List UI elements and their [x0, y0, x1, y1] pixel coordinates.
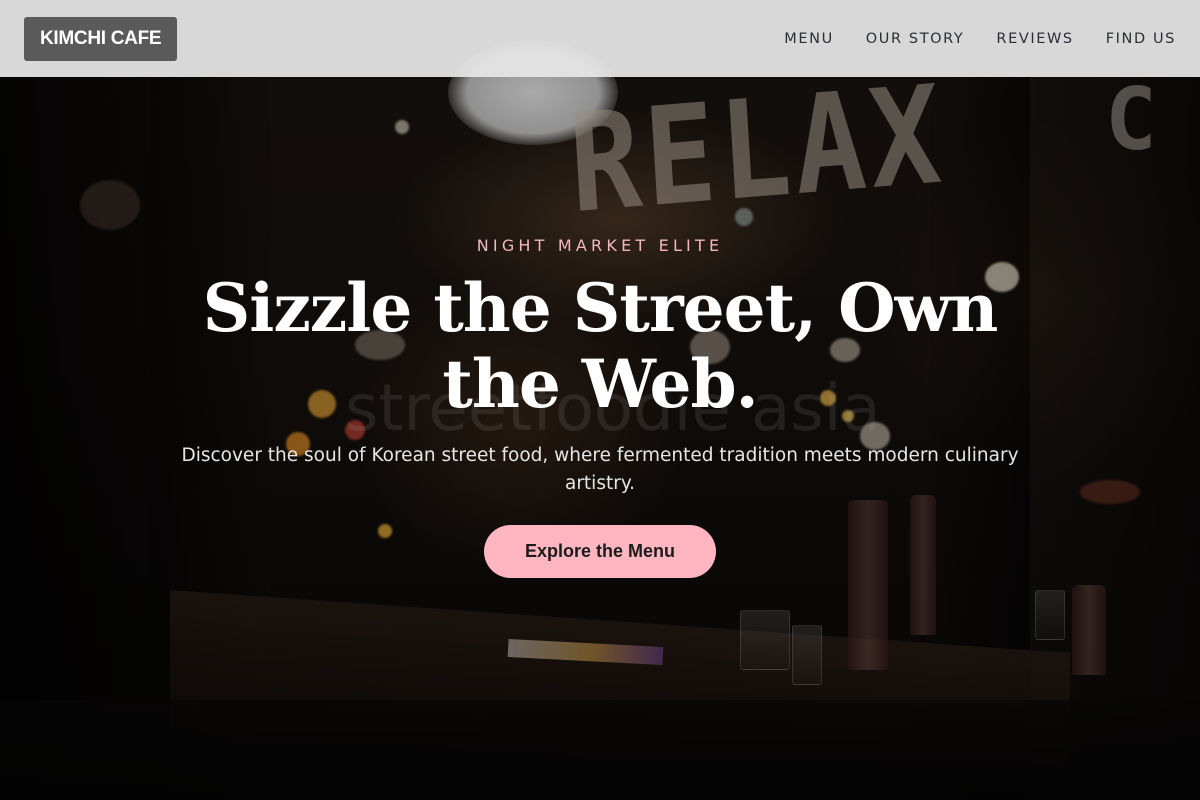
hero-eyebrow: NIGHT MARKET ELITE [476, 236, 724, 255]
hero-subtitle: Discover the soul of Korean street food,… [181, 445, 1019, 494]
hero-headline: Sizzle the Street, Own the Web. [202, 269, 999, 423]
hero-section: NIGHT MARKET ELITE Sizzle the Street, Ow… [0, 0, 1200, 800]
explore-menu-button[interactable]: Explore the Menu [484, 525, 716, 578]
landing-page: RELAX C streetfoodie asia KIMCHI CAFE ME… [0, 0, 1200, 800]
